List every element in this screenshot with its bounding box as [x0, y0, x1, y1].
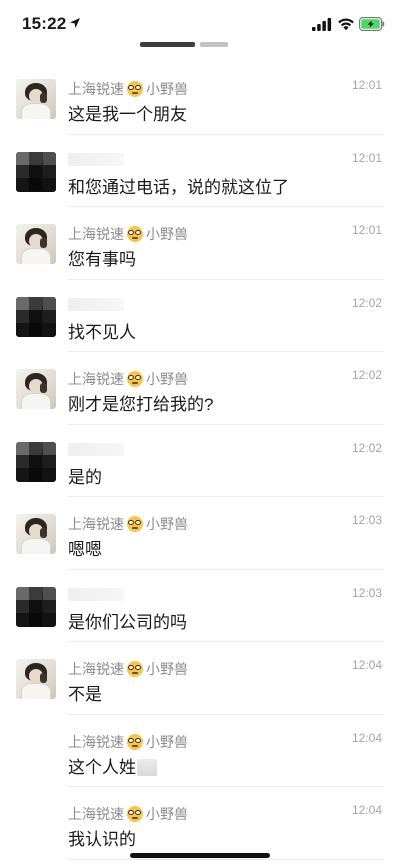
message-row[interactable]: 上海锐速 小野兽 12:04 不是 [0, 642, 400, 715]
nerd-face-emoji-icon [127, 371, 143, 387]
message-time: 12:01 [351, 78, 382, 92]
blurred-avatar[interactable] [16, 441, 56, 482]
sender-name: 上海锐速 小野兽 [68, 659, 188, 679]
sender-name: 上海锐速 小野兽 [68, 224, 188, 244]
sender-name-suffix: 小野兽 [146, 661, 188, 677]
wifi-icon [338, 18, 354, 31]
redacted-text-mask [137, 758, 157, 776]
message-time: 12:04 [351, 658, 382, 672]
blurred-sender-name [68, 442, 124, 456]
message-time: 12:01 [351, 150, 382, 165]
row-divider [68, 858, 384, 860]
blurred-avatar[interactable] [16, 151, 56, 192]
blurred-sender-name [68, 587, 124, 601]
message-text-content: 这是我一个朋友 [68, 105, 187, 124]
message-text: 这是我一个朋友 [68, 100, 187, 125]
message-text: 嗯嗯 [68, 535, 102, 560]
message-row[interactable]: 上海锐速 小野兽 12:01 这是我一个朋友 [0, 62, 400, 135]
message-time: 12:04 [351, 803, 382, 817]
nerd-face-emoji-icon [127, 226, 143, 242]
message-row[interactable]: 12:03 是你们公司的吗 [0, 570, 400, 642]
message-text: 找不见人 [68, 318, 136, 343]
message-time: 12:02 [351, 368, 382, 382]
message-text: 我认识的 [68, 825, 136, 850]
home-indicator [130, 853, 270, 858]
message-text: 是的 [68, 463, 102, 488]
sender-avatar[interactable] [16, 224, 56, 264]
message-text-content: 这个人姓 [68, 757, 136, 777]
sender-name: 上海锐速 小野兽 [68, 79, 188, 99]
sender-name-text: 上海锐速 [68, 806, 124, 822]
message-text: 和您通过电话，说的就这位了 [68, 173, 289, 198]
nerd-face-emoji-icon [127, 806, 143, 822]
message-time: 12:03 [351, 585, 382, 600]
blurred-avatar[interactable] [16, 296, 56, 337]
message-row[interactable]: 12:02 找不见人 [0, 280, 400, 352]
blurred-avatar[interactable] [16, 586, 56, 627]
message-text-content: 是你们公司的吗 [68, 612, 187, 632]
blurred-sender-name [68, 297, 124, 311]
sender-avatar[interactable] [16, 514, 56, 554]
message-time: 12:03 [351, 513, 382, 527]
sender-name: 上海锐速 小野兽 [68, 369, 188, 389]
message-text: 不是 [68, 680, 102, 705]
message-text-content: 刚才是您打给我的? [68, 395, 214, 414]
message-text-content: 您有事吗 [68, 250, 136, 269]
message-text: 这个人姓 [68, 753, 157, 778]
nerd-face-emoji-icon [127, 661, 143, 677]
sender-name: 上海锐速 小野兽 [68, 514, 188, 534]
message-row[interactable]: 上海锐速 小野兽 12:03 嗯嗯 [0, 497, 400, 570]
sender-name: 上海锐速 小野兽 [68, 804, 188, 824]
battery-charging-icon [359, 17, 385, 31]
message-time: 12:02 [351, 295, 382, 310]
message-text-content: 我认识的 [68, 830, 136, 849]
sender-name-suffix: 小野兽 [146, 733, 188, 750]
message-text-content: 找不见人 [68, 322, 136, 342]
sender-name-suffix: 小野兽 [146, 516, 188, 532]
sender-name-suffix: 小野兽 [146, 371, 188, 387]
message-text-content: 不是 [68, 685, 102, 704]
sender-name-text: 上海锐速 [68, 81, 124, 97]
message-time: 12:01 [351, 223, 382, 237]
message-text: 是你们公司的吗 [68, 608, 187, 633]
message-row[interactable]: 上海锐速 小野兽 12:01 您有事吗 [0, 207, 400, 280]
message-row[interactable]: 12:01 和您通过电话，说的就这位了 [0, 135, 400, 207]
message-row[interactable]: 上海锐速 小野兽 12:04 这个人姓 [0, 715, 400, 787]
message-row[interactable]: 12:02 是的 [0, 425, 400, 497]
sender-name-suffix: 小野兽 [146, 81, 188, 97]
message-time: 12:04 [351, 730, 382, 745]
nerd-face-emoji-icon [127, 81, 143, 97]
message-text: 您有事吗 [68, 245, 136, 270]
sender-avatar[interactable] [16, 79, 56, 119]
sender-name-text: 上海锐速 [68, 226, 124, 242]
cellular-signal-icon [312, 18, 332, 31]
sender-avatar[interactable] [16, 659, 56, 699]
sender-name-text: 上海锐速 [68, 371, 124, 387]
blurred-sender-name [68, 152, 124, 166]
sender-avatar[interactable] [16, 369, 56, 409]
message-text-content: 是的 [68, 467, 102, 487]
message-text-content: 和您通过电话，说的就这位了 [68, 177, 289, 197]
sender-name-text: 上海锐速 [68, 516, 124, 532]
sender-name-text: 上海锐速 [68, 733, 124, 750]
sender-name-suffix: 小野兽 [146, 806, 188, 822]
message-time: 12:02 [351, 440, 382, 455]
sender-name-suffix: 小野兽 [146, 226, 188, 242]
nerd-face-emoji-icon [127, 733, 143, 750]
message-text: 刚才是您打给我的? [68, 390, 213, 415]
chat-message-list: 上海锐速 小野兽 12:01 这是我一个朋友 12:01 和您通过电话，说的就这位了 上海锐… [0, 62, 400, 860]
sender-name: 上海锐速 小野兽 [68, 732, 188, 752]
location-arrow-icon [70, 18, 80, 28]
scrolled-header-remnant [140, 40, 230, 48]
sender-name-text: 上海锐速 [68, 661, 124, 677]
nerd-face-emoji-icon [127, 516, 143, 532]
message-row[interactable]: 上海锐速 小野兽 12:02 刚才是您打给我的? [0, 352, 400, 425]
message-row[interactable]: 上海锐速 小野兽 12:04 我认识的 [0, 787, 400, 860]
message-text-content: 嗯嗯 [68, 540, 102, 559]
status-time: 15:22 [22, 14, 67, 33]
